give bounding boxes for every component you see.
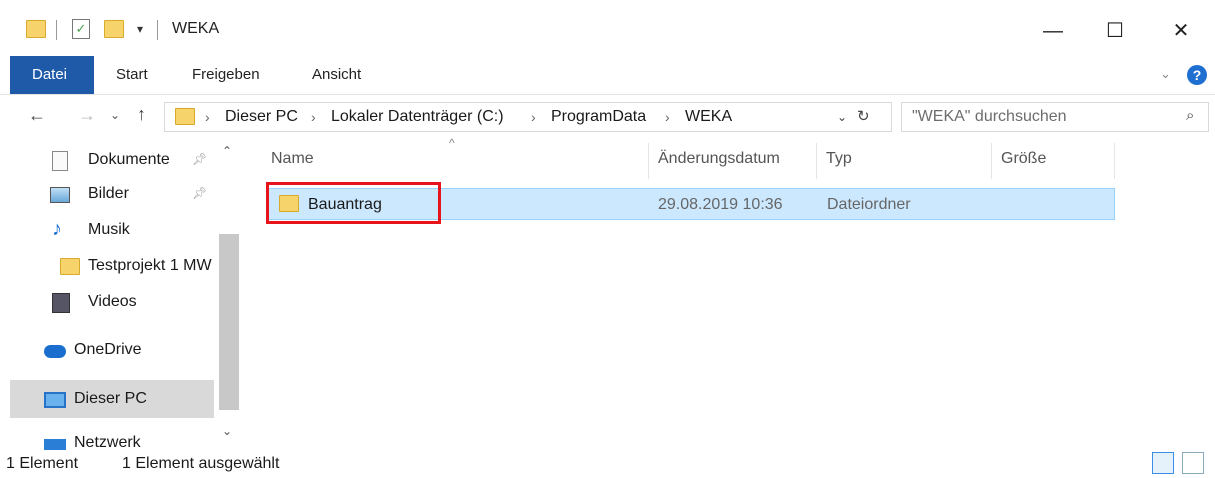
pin-icon[interactable]: 📌︎ (192, 152, 207, 166)
up-icon[interactable]: ↑ (137, 104, 146, 125)
column-divider[interactable] (991, 143, 992, 179)
breadcrumb-separator[interactable]: › (531, 109, 536, 125)
search-icon[interactable]: ⌕ (1186, 107, 1194, 124)
breadcrumb-local-disk[interactable]: Lokaler Datenträger (C:) (331, 108, 504, 126)
scroll-up-icon[interactable]: ⌃ (222, 144, 232, 158)
maximize-button[interactable]: ☐ (1092, 16, 1138, 46)
divider (56, 20, 57, 40)
column-divider[interactable] (816, 143, 817, 179)
help-icon[interactable]: ? (1187, 65, 1207, 85)
file-list[interactable]: ^ Name Änderungsdatum Typ Größe Bauantra… (243, 136, 1215, 450)
search-placeholder: "WEKA" durchsuchen (912, 108, 1067, 125)
tab-freigeben[interactable]: Freigeben (192, 56, 260, 94)
tab-start[interactable]: Start (116, 56, 148, 94)
breadcrumb-separator[interactable]: › (665, 109, 670, 125)
scroll-down-icon[interactable]: ⌄ (222, 424, 232, 438)
ribbon-tabs: Datei Start Freigeben Ansicht ⌄ ? (0, 56, 1215, 94)
status-bar: 1 Element 1 Element ausgewählt (0, 450, 1215, 478)
selection-count: 1 Element ausgewählt (122, 455, 280, 472)
minimize-button[interactable]: — (1030, 16, 1076, 46)
address-bar[interactable]: › Dieser PC › Lokaler Datenträger (C:) ›… (164, 102, 892, 132)
network-icon (44, 439, 66, 450)
recent-locations-icon[interactable]: ⌄ (110, 108, 120, 122)
column-header-size[interactable]: Größe (1001, 150, 1046, 168)
breadcrumb-weka[interactable]: WEKA (685, 108, 732, 126)
folder-icon (60, 258, 80, 275)
sidebar-item-label: Dokumente (88, 151, 170, 168)
sort-ascending-icon: ^ (449, 136, 455, 150)
details-view-icon[interactable] (1152, 452, 1174, 474)
column-header-name[interactable]: Name (271, 150, 314, 168)
scrollbar-thumb[interactable] (219, 234, 239, 410)
folder-icon (175, 108, 195, 125)
breadcrumb-programdata[interactable]: ProgramData (551, 108, 646, 126)
highlight-box (266, 182, 441, 224)
onedrive-icon (44, 345, 66, 358)
close-button[interactable]: ✕ (1158, 16, 1204, 46)
title-bar: ✓ ▾ WEKA — ☐ ✕ (0, 0, 1215, 56)
new-folder-icon[interactable] (104, 20, 124, 38)
back-icon[interactable]: ← (28, 105, 46, 126)
column-header-date[interactable]: Änderungsdatum (658, 150, 780, 168)
sidebar-item-testprojekt[interactable]: Testprojekt 1 MW (0, 250, 214, 284)
document-icon (52, 151, 68, 171)
item-count: 1 Element (6, 455, 79, 472)
customize-toolbar-icon[interactable]: ▾ (137, 22, 143, 36)
sidebar-item-netzwerk[interactable]: Netzwerk (0, 428, 214, 450)
forward-icon[interactable]: → (78, 105, 96, 126)
sidebar-item-label: Dieser PC (74, 390, 147, 407)
this-pc-icon (44, 392, 66, 408)
sidebar-item-label: Musik (88, 221, 130, 238)
sidebar-item-bilder[interactable]: Bilder 📌︎ (0, 178, 214, 212)
sidebar-item-musik[interactable]: ♪ Musik (0, 214, 214, 248)
search-input[interactable]: "WEKA" durchsuchen ⌕ (901, 102, 1209, 132)
sidebar-item-label: Videos (88, 293, 137, 310)
column-divider[interactable] (1114, 143, 1115, 179)
sidebar-item-dieser-pc[interactable]: Dieser PC (10, 380, 214, 418)
navigation-bar: ← → ⌄ ↑ › Dieser PC › Lokaler Datenträge… (0, 94, 1215, 138)
sidebar-item-label: Bilder (88, 185, 129, 202)
file-type: Dateiordner (827, 196, 911, 213)
pictures-icon (50, 187, 70, 203)
refresh-icon[interactable]: ↻ (857, 107, 870, 125)
sidebar-item-videos[interactable]: Videos (0, 286, 214, 320)
breadcrumb-separator[interactable]: › (311, 109, 316, 125)
music-icon: ♪ (52, 218, 62, 240)
tab-ansicht[interactable]: Ansicht (312, 56, 361, 94)
breadcrumb-dieser-pc[interactable]: Dieser PC (225, 108, 298, 126)
column-divider[interactable] (648, 143, 649, 179)
address-dropdown-icon[interactable]: ⌄ (837, 110, 847, 124)
sidebar-item-dokumente[interactable]: Dokumente 📌︎ (0, 144, 214, 178)
column-header-type[interactable]: Typ (826, 150, 852, 168)
file-date: 29.08.2019 10:36 (658, 196, 783, 213)
pin-icon[interactable]: 📌︎ (192, 186, 207, 200)
breadcrumb-separator[interactable]: › (205, 109, 210, 125)
navigation-pane[interactable]: Dokumente 📌︎ Bilder 📌︎ ♪ Musik Testproje… (0, 138, 243, 450)
large-icons-view-icon[interactable] (1182, 452, 1204, 474)
sidebar-item-label: OneDrive (74, 341, 142, 358)
properties-icon[interactable]: ✓ (72, 19, 90, 39)
folder-icon (26, 20, 46, 38)
window-title: WEKA (172, 20, 220, 37)
tab-datei[interactable]: Datei (10, 56, 94, 94)
divider (157, 20, 158, 40)
sidebar-item-label: Netzwerk (74, 434, 141, 450)
expand-ribbon-icon[interactable]: ⌄ (1160, 66, 1171, 82)
sidebar-item-onedrive[interactable]: OneDrive (0, 334, 214, 368)
sidebar-item-label: Testprojekt 1 MW (88, 257, 212, 274)
videos-icon (52, 293, 70, 313)
